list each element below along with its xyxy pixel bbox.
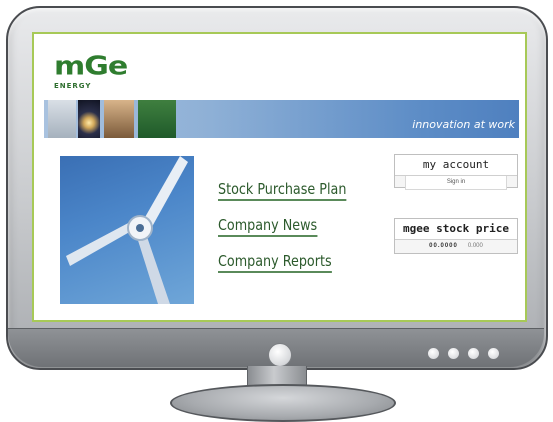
link-stock-purchase-plan[interactable]: Stock Purchase Plan: [218, 180, 347, 201]
logo-subtext: ENERGY: [54, 82, 92, 90]
stock-quote-row: 00.0000 0.000: [395, 240, 517, 253]
power-button[interactable]: [268, 343, 292, 367]
tagline: innovation at work: [412, 118, 515, 131]
link-company-reports[interactable]: Company Reports: [218, 252, 332, 273]
monitor-stand: [170, 384, 396, 422]
stock-price-value: 00.0000: [429, 243, 458, 249]
turbine-illustration: [66, 156, 188, 304]
wind-turbine-thumbnail: [48, 100, 76, 138]
header-banner: innovation at work: [44, 100, 519, 138]
logo-wordmark: mGe: [54, 51, 128, 82]
wind-turbine-photo: [60, 156, 194, 304]
indicator-dot: [428, 348, 439, 359]
indicator-dot: [468, 348, 479, 359]
link-company-news[interactable]: Company News: [218, 216, 318, 237]
sign-in-button[interactable]: Sign in: [405, 176, 507, 190]
stock-price-title[interactable]: mgee stock price: [395, 219, 517, 240]
my-account-title[interactable]: my account: [395, 155, 517, 176]
monitor-screen: mGe ENERGY innovation at work Stock Purc…: [32, 32, 527, 322]
night-light-thumbnail: [78, 100, 100, 138]
indicator-dot: [488, 348, 499, 359]
people-thumbnail: [104, 100, 134, 138]
my-account-box: my account Sign in: [394, 154, 518, 190]
greenery-thumbnail: [138, 100, 176, 138]
indicator-dot: [448, 348, 459, 359]
stock-price-box: mgee stock price 00.0000 0.000: [394, 218, 518, 254]
mge-energy-logo[interactable]: mGe ENERGY: [54, 51, 128, 94]
stock-change-value: 0.000: [467, 243, 483, 249]
